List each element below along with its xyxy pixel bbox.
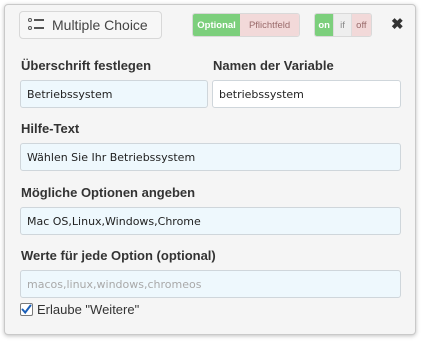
heading-input[interactable]: Betriebssystem [20, 80, 208, 108]
list-icon [28, 18, 44, 32]
allow-other-row: Erlaube "Weitere" [20, 302, 139, 317]
question-editor-panel: Multiple Choice Optional Pflichtfeld on … [4, 4, 416, 335]
required-button[interactable]: Pflichtfeld [240, 14, 299, 36]
visibility-on-button[interactable]: on [315, 14, 334, 36]
help-input[interactable]: Wählen Sie Ihr Betriebssystem [20, 143, 401, 171]
close-icon[interactable]: ✖ [391, 17, 404, 33]
question-type-button[interactable]: Multiple Choice [19, 11, 162, 39]
variable-input[interactable]: betriebssystem [212, 80, 401, 108]
visibility-toggle: on if off [314, 13, 372, 37]
optional-button[interactable]: Optional [193, 14, 241, 36]
options-label: Mögliche Optionen angeben [21, 185, 196, 200]
options-input[interactable]: Mac OS,Linux,Windows,Chrome [20, 207, 401, 235]
help-label: Hilfe-Text [21, 121, 80, 136]
question-type-label: Multiple Choice [52, 17, 148, 33]
variable-label: Namen der Variable [213, 58, 334, 73]
visibility-off-button[interactable]: off [350, 14, 371, 36]
heading-label: Überschrift festlegen [21, 58, 152, 73]
allow-other-checkbox[interactable] [20, 303, 33, 316]
allow-other-label: Erlaube "Weitere" [37, 302, 140, 317]
checkmark-icon [21, 304, 32, 315]
values-input[interactable]: macos,linux,windows,chromeos [20, 270, 401, 298]
values-label: Werte für jede Option (optional) [21, 248, 216, 263]
visibility-if-button[interactable]: if [333, 14, 351, 36]
requirement-toggle: Optional Pflichtfeld [192, 13, 300, 37]
